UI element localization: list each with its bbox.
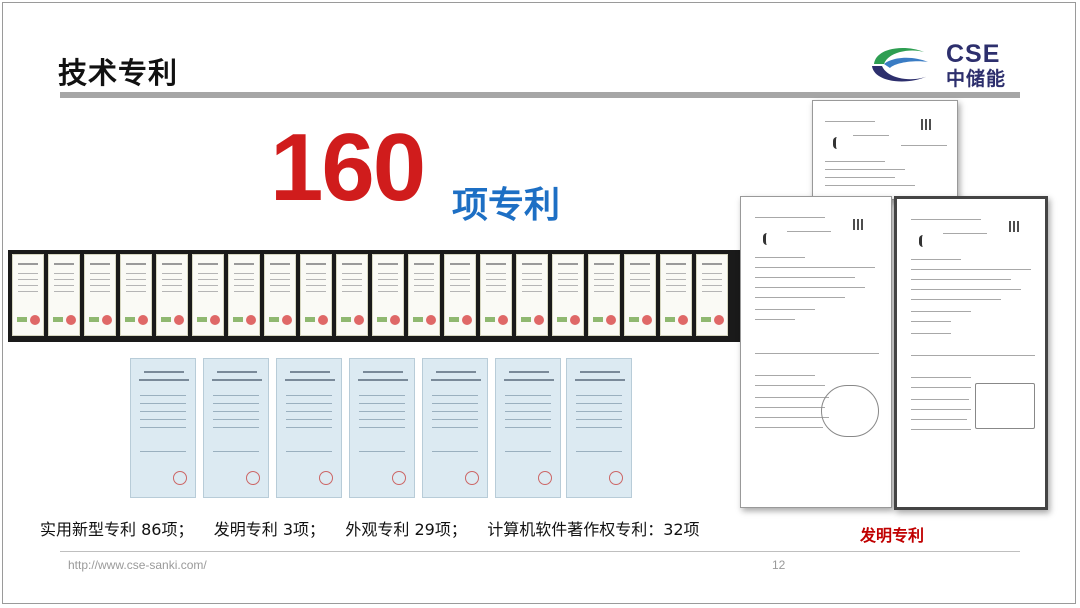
certificate-image (480, 254, 512, 336)
software-copyright-certificate-image (276, 358, 342, 498)
logo-text-cn: 中储能 (946, 68, 1007, 90)
invention-patent-document-image (740, 196, 892, 508)
certificate-image (624, 254, 656, 336)
software-copyright-certificate-image (422, 358, 488, 498)
certificate-image (552, 254, 584, 336)
patent-breakdown-caption: 实用新型专利 86项； 发明专利 3项； 外观专利 29项； 计算机软件著作权专… (40, 520, 700, 539)
patent-count-unit: 项专利 (452, 185, 561, 226)
invention-patent-label: 发明专利 (860, 526, 925, 545)
certificate-image (264, 254, 296, 336)
software-copyright-certificate-image (203, 358, 269, 498)
certificate-image (156, 254, 188, 336)
certificate-image (84, 254, 116, 336)
software-copyright-certificate-image (566, 358, 632, 498)
certificate-image (588, 254, 620, 336)
certificate-image (444, 254, 476, 336)
software-copyright-certificate-image (130, 358, 196, 498)
software-copyright-certificate-image (495, 358, 561, 498)
footer-url: http://www.cse-sanki.com/ (68, 558, 207, 572)
title-underline (60, 92, 1020, 98)
certificate-image (516, 254, 548, 336)
certificate-image (660, 254, 692, 336)
certificate-image (120, 254, 152, 336)
certificate-image (48, 254, 80, 336)
invention-patent-document-image (812, 100, 958, 200)
page-number: 12 (772, 558, 786, 572)
certificate-image (696, 254, 728, 336)
certificate-image (372, 254, 404, 336)
patent-count: 160 (270, 114, 426, 221)
certificate-image (192, 254, 224, 336)
software-copyright-certificate-image (349, 358, 415, 498)
footer-divider (60, 551, 1020, 552)
certificate-image (228, 254, 260, 336)
certificate-image (336, 254, 368, 336)
invention-patent-document-image (894, 196, 1048, 510)
certificate-image (300, 254, 332, 336)
slide-title: 技术专利 (58, 56, 179, 90)
certificate-image (408, 254, 440, 336)
certificate-image (12, 254, 44, 336)
utility-patent-certificates-strip (8, 250, 740, 342)
